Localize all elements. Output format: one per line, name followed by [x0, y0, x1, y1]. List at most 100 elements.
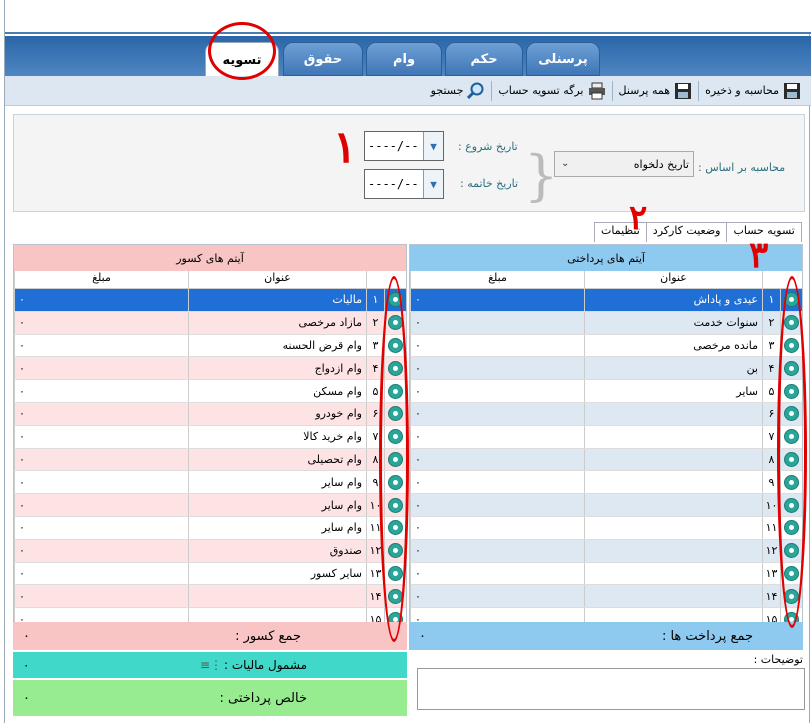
payment-row-amount[interactable]: ۰: [410, 494, 584, 516]
payment-row-title[interactable]: [584, 494, 762, 516]
deduction-row-title[interactable]: مازاد مرخصی: [188, 311, 366, 334]
payment-row[interactable]: ۲ سنوات خدمت ۰: [410, 311, 802, 335]
deduction-row-title[interactable]: سایر کسور: [188, 562, 366, 585]
payment-row-amount[interactable]: ۰: [410, 357, 584, 380]
payment-row[interactable]: ۸۰: [410, 448, 802, 472]
subtab-work-status[interactable]: وضعیت کارکرد: [645, 222, 728, 242]
deduction-row[interactable]: ۱۰ وام سایر ۰: [14, 494, 406, 517]
payment-row-title[interactable]: [584, 516, 762, 539]
deduction-row-title[interactable]: وام قرض الحسنه: [188, 334, 366, 357]
deduction-row-amount[interactable]: ۰: [14, 380, 188, 402]
payment-row-amount[interactable]: ۰: [410, 539, 584, 562]
deduction-row[interactable]: ۲ مازاد مرخصی ۰: [14, 311, 406, 335]
deduction-row[interactable]: ۹ وام سایر ۰: [14, 471, 406, 495]
deduction-row-title[interactable]: وام سایر: [188, 516, 366, 539]
deduction-row-title[interactable]: وام خرید کالا: [188, 425, 366, 448]
payment-row-title[interactable]: بن: [584, 357, 762, 380]
payment-row-title[interactable]: [584, 448, 762, 471]
deduction-row-title[interactable]: وام خودرو: [188, 402, 366, 425]
tab-decree[interactable]: حکم: [445, 42, 523, 76]
deduction-row-amount[interactable]: ۰: [14, 311, 188, 334]
deduction-row-title[interactable]: وام ازدواج: [188, 357, 366, 380]
deduction-row-amount[interactable]: ۰: [14, 289, 188, 311]
payment-row-title[interactable]: سنوات خدمت: [584, 311, 762, 334]
payment-row[interactable]: ۹۰: [410, 471, 802, 495]
tab-loan[interactable]: وام: [366, 42, 442, 76]
payment-row[interactable]: ۱۴ ۰: [410, 585, 802, 609]
payment-row-amount[interactable]: ۰: [410, 289, 584, 311]
deduction-row-amount[interactable]: ۰: [14, 402, 188, 425]
end-date-input[interactable]: ----/-- ▼: [364, 169, 444, 199]
payment-row-number: ۱: [762, 289, 780, 311]
payment-row[interactable]: ۱۱ ۰: [410, 516, 802, 540]
payment-row-title[interactable]: مانده مرخصی: [584, 334, 762, 357]
deduction-row-amount[interactable]: ۰: [14, 516, 188, 539]
payment-row[interactable]: ۱ عیدی و پاداش ۰: [410, 289, 802, 312]
deduction-row-amount[interactable]: ۰: [14, 562, 188, 585]
tab-personnel[interactable]: پرسنلی: [526, 42, 600, 76]
notes-input[interactable]: [417, 668, 805, 710]
payment-row[interactable]: ۳ مانده مرخصی ۰: [410, 334, 802, 358]
calc-basis-select[interactable]: تاریخ دلخواه ⌄: [554, 151, 694, 177]
chevron-down-icon[interactable]: ▼: [423, 170, 443, 198]
payment-row[interactable]: ۷۰: [410, 425, 802, 449]
deduction-row[interactable]: ۱ مالیات ۰: [14, 289, 406, 312]
chevron-down-icon[interactable]: ▼: [423, 132, 443, 160]
all-personnel-button[interactable]: همه پرسنل: [611, 80, 699, 101]
payment-row-amount[interactable]: ۰: [410, 448, 584, 471]
deduction-row[interactable]: ۷ وام خرید کالا ۰: [14, 425, 406, 449]
deduction-row[interactable]: ۳ وام قرض الحسنه ۰: [14, 334, 406, 358]
deduction-row-amount[interactable]: ۰: [14, 585, 188, 608]
payment-row[interactable]: ۶۰: [410, 402, 802, 426]
payment-row-title[interactable]: سایر: [584, 380, 762, 402]
payment-row-title[interactable]: [584, 425, 762, 448]
payment-row-amount[interactable]: ۰: [410, 425, 584, 448]
payment-row-amount[interactable]: ۰: [410, 471, 584, 494]
payment-row[interactable]: ۴ بن ۰: [410, 357, 802, 381]
deduction-row-amount[interactable]: ۰: [14, 357, 188, 380]
payment-row[interactable]: ۱۲ ۰: [410, 539, 802, 563]
deduction-row-title[interactable]: وام تحصیلی: [188, 448, 366, 471]
deduction-row-title[interactable]: [188, 585, 366, 608]
payment-row-amount[interactable]: ۰: [410, 402, 584, 425]
start-date-input[interactable]: ----/-- ▼: [364, 131, 444, 161]
deduction-row[interactable]: ۱۱ وام سایر ۰: [14, 516, 406, 540]
deduction-row-amount[interactable]: ۰: [14, 494, 188, 516]
payment-row-title[interactable]: [584, 539, 762, 562]
payment-row-title[interactable]: [584, 402, 762, 425]
payment-row-title[interactable]: عیدی و پاداش: [584, 289, 762, 311]
deduction-row[interactable]: ۱۲ صندوق ۰: [14, 539, 406, 563]
deduction-row-title[interactable]: وام سایر: [188, 494, 366, 516]
payment-row-amount[interactable]: ۰: [410, 311, 584, 334]
deduction-row-amount[interactable]: ۰: [14, 334, 188, 357]
calc-save-button[interactable]: محاسبه و ذخیره: [698, 80, 807, 101]
payment-row-title[interactable]: [584, 562, 762, 585]
tab-salary[interactable]: حقوق: [283, 42, 363, 76]
payment-row-amount[interactable]: ۰: [410, 334, 584, 357]
search-button[interactable]: جستجو: [425, 81, 492, 101]
deduction-row-amount[interactable]: ۰: [14, 425, 188, 448]
payment-row-amount[interactable]: ۰: [410, 516, 584, 539]
payment-row[interactable]: ۵ سایر ۰: [410, 380, 802, 403]
payment-row[interactable]: ۱۰ ۰: [410, 494, 802, 517]
deduction-row[interactable]: ۴ وام ازدواج ۰: [14, 357, 406, 381]
deduction-row[interactable]: ۱۴ ۰: [14, 585, 406, 609]
deduction-row-title[interactable]: وام مسکن: [188, 380, 366, 402]
payment-row[interactable]: ۱۳ ۰: [410, 562, 802, 586]
deduction-row-amount[interactable]: ۰: [14, 471, 188, 494]
payment-row-title[interactable]: [584, 585, 762, 608]
deduction-row-amount[interactable]: ۰: [14, 539, 188, 562]
deduction-row-amount[interactable]: ۰: [14, 448, 188, 471]
deduction-row[interactable]: ۵ وام مسکن ۰: [14, 380, 406, 403]
deduction-row[interactable]: ۱۳ سایر کسور ۰: [14, 562, 406, 586]
deduction-row[interactable]: ۸ وام تحصیلی ۰: [14, 448, 406, 472]
deduction-row-title[interactable]: وام سایر: [188, 471, 366, 494]
payment-row-amount[interactable]: ۰: [410, 585, 584, 608]
payment-row-amount[interactable]: ۰: [410, 380, 584, 402]
settlement-sheet-button[interactable]: برگه تسویه حساب: [491, 80, 611, 101]
payment-row-title[interactable]: [584, 471, 762, 494]
deduction-row-title[interactable]: مالیات: [188, 289, 366, 311]
payment-row-amount[interactable]: ۰: [410, 562, 584, 585]
deduction-row-title[interactable]: صندوق: [188, 539, 366, 562]
deduction-row[interactable]: ۶ وام خودرو ۰: [14, 402, 406, 426]
